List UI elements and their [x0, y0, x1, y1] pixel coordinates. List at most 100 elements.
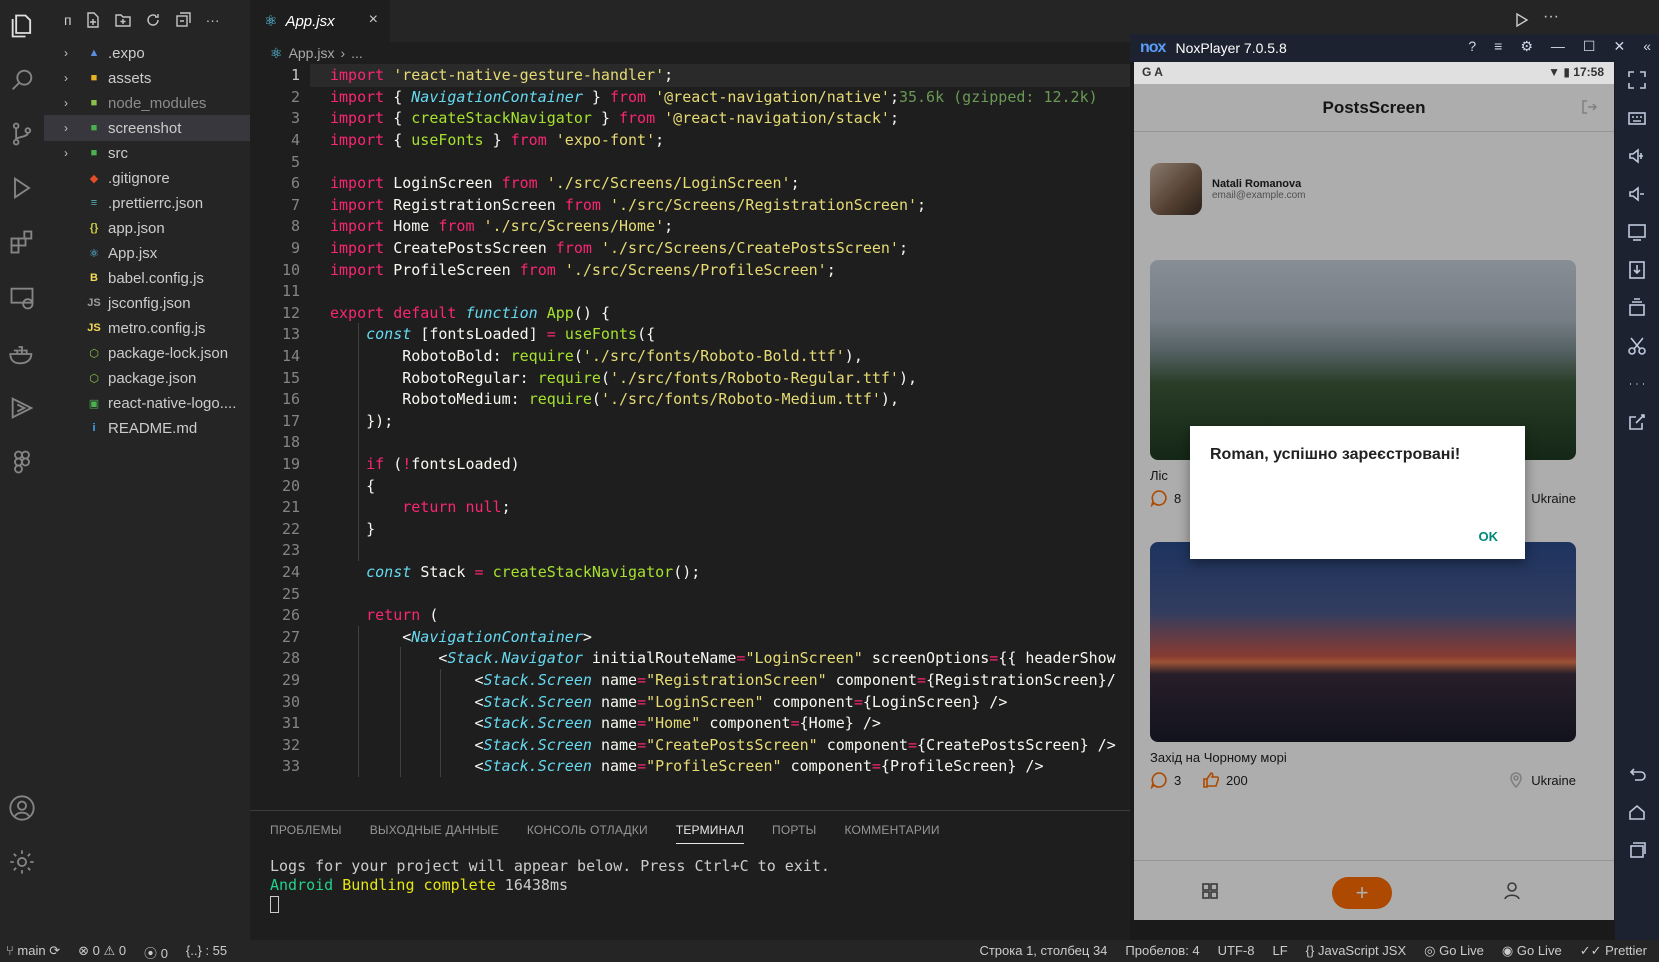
multi-instance-icon[interactable] [1627, 298, 1647, 318]
panel-tab[interactable]: КОНСОЛЬ ОТЛАДКИ [527, 823, 648, 837]
code-line[interactable]: 23 [250, 539, 1130, 562]
figma-icon[interactable] [6, 446, 38, 478]
terminal[interactable]: Logs for your project will appear below.… [250, 857, 1130, 914]
language-mode[interactable]: {} JavaScript JSX [1306, 943, 1406, 959]
settings-gear-icon[interactable] [6, 846, 38, 878]
code-line[interactable]: 16 RobotoMedium: require('./src/fonts/Ro… [250, 388, 1130, 411]
source-control-icon[interactable] [6, 118, 38, 150]
tree-file[interactable]: JS jsconfig.json [44, 290, 250, 316]
panel-tab[interactable]: ПРОБЛЕМЫ [270, 823, 342, 837]
code-line[interactable]: 22 } [250, 518, 1130, 541]
code-line[interactable]: 17 }); [250, 410, 1130, 433]
code-line[interactable]: 26 return ( [250, 604, 1130, 627]
close-icon[interactable]: ✕ [1613, 38, 1625, 55]
more-icon[interactable] [1627, 374, 1647, 394]
code-line[interactable]: 2 import { NavigationContainer } from '@r… [250, 86, 1130, 109]
code-line[interactable]: 5 [250, 150, 1130, 173]
maximize-icon[interactable]: ☐ [1583, 38, 1596, 55]
sync-icon[interactable]: ⟳ [49, 943, 60, 958]
code-line[interactable]: 30 <Stack.Screen name="LoginScreen" comp… [250, 690, 1130, 713]
menu-icon[interactable]: ≡ [1494, 38, 1502, 55]
code-line[interactable]: 13 const [fontsLoaded] = useFonts({ [250, 323, 1130, 346]
refresh-icon[interactable] [144, 11, 162, 29]
encoding[interactable]: UTF-8 [1218, 943, 1255, 959]
more-actions-icon[interactable]: ··· [204, 11, 222, 29]
tree-file[interactable]: Bbabel.config.js [44, 265, 250, 291]
code-line[interactable]: 8 import Home from './src/Screens/Home'; [250, 215, 1130, 238]
tree-file[interactable]: ≡ .prettierrc.json [44, 190, 250, 216]
code-line[interactable]: 24 const Stack = createStackNavigator(); [250, 561, 1130, 584]
problems-status[interactable]: ⊗ 0 ⚠ 0 [78, 943, 126, 962]
code-line[interactable]: 14 RobotoBold: require('./src/fonts/Robo… [250, 345, 1130, 368]
keyboard-icon[interactable] [1627, 108, 1647, 128]
tree-folder[interactable]: › ■ screenshot [44, 115, 250, 141]
code-line[interactable]: 18 [250, 431, 1130, 454]
code-line[interactable]: 11 [250, 280, 1130, 303]
code-line[interactable]: 19 if (!fontsLoaded) [250, 453, 1130, 476]
tree-folder[interactable]: › ■ assets [44, 65, 250, 91]
code-line[interactable]: 12 export default function App() { [250, 302, 1130, 325]
collapse-sidebar-icon[interactable]: « [1643, 38, 1651, 55]
search-icon[interactable] [6, 64, 38, 96]
tree-file[interactable]: i README.md [44, 415, 250, 441]
bracket-status[interactable]: {..} : 55 [186, 943, 227, 962]
code-line[interactable]: 3 import { createStackNavigator } from '@… [250, 107, 1130, 130]
prettier-status[interactable]: ✓✓ Prettier [1580, 943, 1647, 959]
go-live-button[interactable]: ◎ Go Live [1424, 943, 1484, 959]
volume-up-icon[interactable] [1627, 146, 1647, 166]
tree-file[interactable]: JS metro.config.js [44, 315, 250, 341]
testing-icon[interactable] [6, 392, 38, 424]
code-line[interactable]: 31 <Stack.Screen name="Home" component={… [250, 712, 1130, 735]
panel-tab[interactable]: ТЕРМИНАЛ [675, 823, 745, 844]
tree-file[interactable]: ◆ .gitignore [44, 165, 250, 191]
code-line[interactable]: 21 return null; [250, 496, 1130, 519]
close-tab-icon[interactable]: × [369, 11, 378, 29]
tree-folder[interactable]: › ▲ .expo [44, 40, 250, 66]
tree-file[interactable]: ▣ react-native-logo.... [44, 390, 250, 416]
code-line[interactable]: 15 RobotoRegular: require('./src/fonts/R… [250, 366, 1130, 389]
code-line[interactable]: 6 import LoginScreen from './src/Screens/… [250, 172, 1130, 195]
panel-tab[interactable]: ВЫХОДНЫЕ ДАННЫЕ [370, 823, 499, 837]
breadcrumb-file[interactable]: App.jsx [289, 45, 335, 61]
tab-app-jsx[interactable]: ⚛ App.jsx × [250, 0, 390, 42]
code-line[interactable]: 10 import ProfileScreen from './src/Scree… [250, 258, 1130, 281]
dialog-ok-button[interactable]: OK [1479, 529, 1499, 544]
new-file-icon[interactable] [84, 11, 102, 29]
scissors-icon[interactable] [1627, 336, 1647, 356]
tree-folder[interactable]: › ■ src [44, 140, 250, 166]
code-line[interactable]: 1 import 'react-native-gesture-handler'; [250, 64, 1130, 87]
settings-gear-icon[interactable]: ⚙ [1520, 38, 1533, 55]
indentation[interactable]: Пробелов: 4 [1125, 943, 1199, 959]
ports-status[interactable]: ⦿ 0 [144, 943, 168, 962]
share-icon[interactable] [1627, 412, 1647, 432]
code-line[interactable]: 20 { [250, 474, 1130, 497]
android-screen[interactable]: G A ▼ ▮ 17:58 PostsScreen Natali Romanov… [1134, 62, 1614, 920]
tree-folder[interactable]: › ■ node_modules [44, 90, 250, 116]
docker-icon[interactable] [6, 338, 38, 370]
extensions-icon[interactable] [6, 226, 38, 258]
apk-install-icon[interactable] [1627, 260, 1647, 280]
minimize-icon[interactable]: — [1551, 38, 1565, 55]
branch-status[interactable]: ⑂ main ⟳ [6, 943, 60, 962]
code-line[interactable]: 7 import RegistrationScreen from './src/S… [250, 194, 1130, 217]
recent-apps-icon[interactable] [1627, 840, 1647, 860]
new-folder-icon[interactable] [114, 11, 132, 29]
volume-down-icon[interactable] [1627, 184, 1647, 204]
run-icon[interactable] [1515, 12, 1529, 28]
code-editor[interactable]: 1 import 'react-native-gesture-handler'; 2… [250, 64, 1130, 810]
screen-icon[interactable] [1627, 222, 1647, 242]
remote-explorer-icon[interactable] [6, 282, 38, 314]
code-line[interactable]: 29 <Stack.Screen name="RegistrationScree… [250, 669, 1130, 692]
code-line[interactable]: 33 <Stack.Screen name="ProfileScreen" co… [250, 755, 1130, 778]
breadcrumb-symbol[interactable]: ... [351, 45, 363, 61]
tree-file[interactable]: {} app.json [44, 215, 250, 241]
collapse-all-icon[interactable] [174, 11, 192, 29]
explorer-icon[interactable] [6, 10, 38, 42]
code-line[interactable]: 27 <NavigationContainer> [250, 626, 1130, 649]
code-line[interactable]: 25 [250, 582, 1130, 605]
panel-tab[interactable]: ПОРТЫ [772, 823, 816, 837]
fullscreen-icon[interactable] [1627, 70, 1647, 90]
code-line[interactable]: 28 <Stack.Navigator initialRouteName="Lo… [250, 647, 1130, 670]
account-icon[interactable] [6, 792, 38, 824]
tree-file[interactable]: ⚛ App.jsx [44, 240, 250, 266]
